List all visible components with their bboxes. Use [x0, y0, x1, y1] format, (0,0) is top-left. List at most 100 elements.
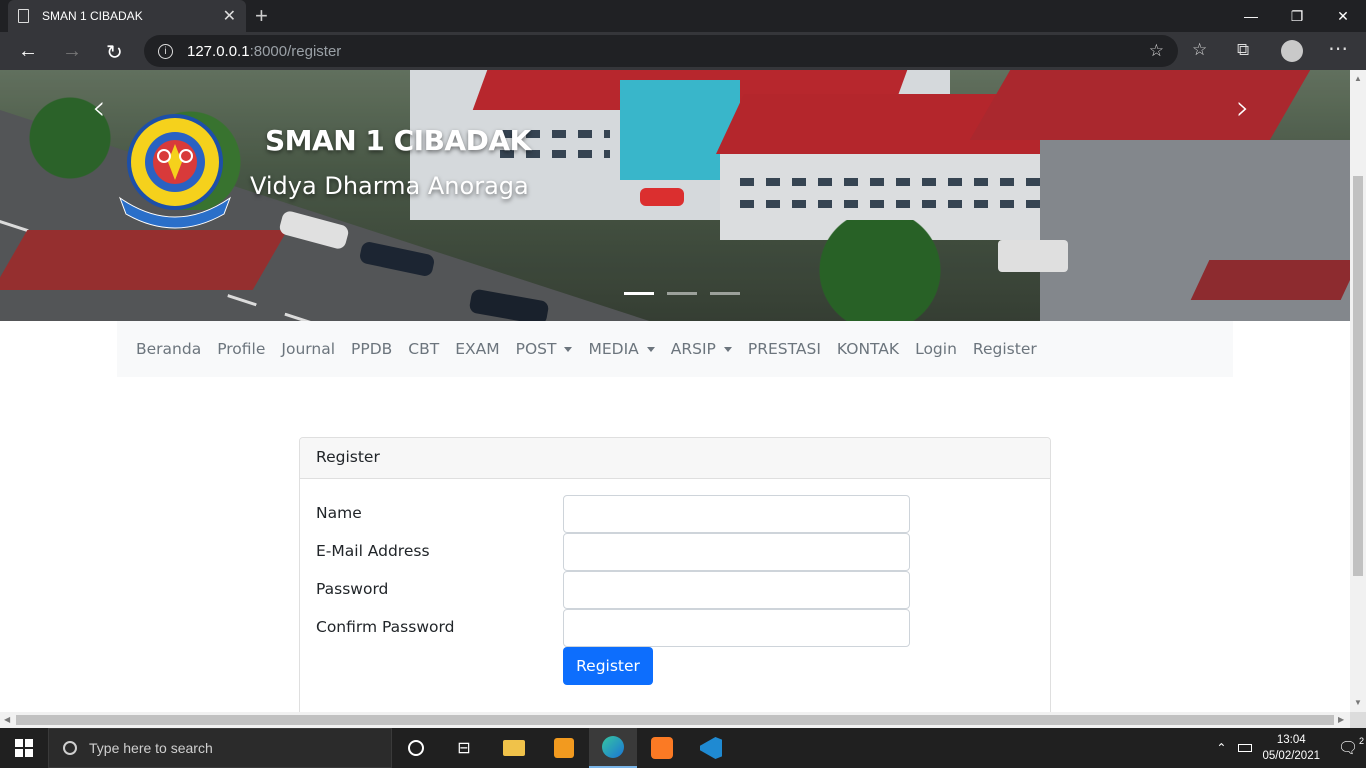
edge-icon [602, 736, 624, 758]
notification-count: 2 [1358, 736, 1364, 746]
address-bar[interactable]: i 127.0.0.1 :8000/register ☆ [144, 35, 1178, 67]
horizontal-scrollbar[interactable]: ◀ ▶ [0, 712, 1350, 728]
email-label: E-Mail Address [316, 542, 430, 560]
new-tab-button[interactable]: + [255, 3, 268, 29]
hero-carousel: SMAN 1 CIBADAK Vidya Dharma Anoraga ‹ › [0, 70, 1350, 321]
chevron-up-icon[interactable]: ⌃ [1216, 741, 1226, 755]
carousel-next-icon[interactable]: › [1236, 88, 1250, 128]
nav-beranda[interactable]: Beranda [128, 340, 209, 358]
task-view-icon: ⊟ [457, 740, 471, 757]
edge-browser-button[interactable] [589, 728, 637, 768]
cortana-icon [408, 740, 424, 756]
site-info-icon[interactable]: i [158, 43, 173, 59]
nav-journal[interactable]: Journal [273, 340, 343, 358]
nav-arsip-dropdown[interactable]: ARSIP [663, 340, 740, 358]
browser-tab-strip: SMAN 1 CIBADAK ✕ + — ❐ ✕ [0, 0, 1366, 32]
register-card: Register Name E-Mail Address Password Co… [299, 437, 1051, 712]
carousel-prev-icon[interactable]: ‹ [92, 88, 106, 128]
chevron-down-icon [646, 346, 655, 352]
start-button[interactable] [0, 728, 48, 768]
carousel-indicator-1[interactable] [624, 292, 654, 295]
vertical-scroll-thumb[interactable] [1353, 176, 1363, 576]
scroll-left-icon[interactable]: ◀ [4, 715, 10, 724]
password-label: Password [316, 580, 389, 598]
minimize-button[interactable]: — [1228, 0, 1274, 32]
horizontal-scroll-thumb[interactable] [16, 715, 1334, 725]
nav-login[interactable]: Login [907, 340, 965, 358]
page-icon [18, 9, 29, 23]
folder-icon [503, 740, 525, 756]
carousel-indicator-3[interactable] [710, 292, 740, 295]
taskbar-clock[interactable]: 13:04 05/02/2021 [1262, 732, 1320, 764]
browser-tab[interactable]: SMAN 1 CIBADAK ✕ [8, 0, 246, 32]
more-menu-icon[interactable]: ⋯ [1328, 36, 1348, 61]
carousel-indicator-2[interactable] [667, 292, 697, 295]
reload-button[interactable]: ↻ [106, 40, 123, 65]
nav-post-dropdown[interactable]: POST [508, 340, 581, 358]
favorites-icon[interactable]: ☆ [1192, 40, 1207, 60]
task-view-button[interactable]: ⊟ [440, 728, 488, 768]
back-button[interactable]: ← [18, 40, 38, 63]
clock-time: 13:04 [1276, 734, 1306, 746]
xampp-button[interactable] [638, 728, 686, 768]
hero-title: SMAN 1 CIBADAK [265, 124, 531, 157]
sublime-text-button[interactable] [540, 728, 588, 768]
register-card-header: Register [300, 438, 1050, 479]
page-viewport: SMAN 1 CIBADAK Vidya Dharma Anoraga ‹ › … [0, 70, 1350, 712]
vertical-scrollbar[interactable]: ▲ ▼ [1350, 70, 1366, 712]
nav-kontak[interactable]: KONTAK [829, 340, 907, 358]
favorite-star-icon[interactable]: ☆ [1149, 41, 1164, 61]
collections-icon[interactable]: ⧉ [1237, 40, 1249, 60]
close-window-button[interactable]: ✕ [1320, 0, 1366, 32]
windows-logo-icon [15, 739, 33, 757]
nav-post-label: POST [515, 340, 557, 358]
window-controls: — ❐ ✕ [1228, 0, 1366, 32]
confirm-password-label: Confirm Password [316, 618, 455, 636]
restore-button[interactable]: ❐ [1274, 0, 1320, 32]
tab-title: SMAN 1 CIBADAK [42, 9, 143, 23]
windows-taskbar: Type here to search ⊟ ⌃ 13:04 05/02/2021… [0, 728, 1366, 768]
chevron-down-icon [723, 346, 732, 352]
url-path: :8000/register [249, 42, 342, 60]
name-input[interactable] [563, 495, 910, 533]
nav-register[interactable]: Register [965, 340, 1045, 358]
cortana-button[interactable] [392, 728, 440, 768]
nav-profile[interactable]: Profile [209, 340, 273, 358]
register-button[interactable]: Register [563, 647, 653, 685]
url-host: 127.0.0.1 [187, 42, 250, 60]
password-input[interactable] [563, 571, 910, 609]
vscode-icon [700, 737, 722, 759]
sublime-text-icon [554, 738, 574, 758]
close-tab-icon[interactable]: ✕ [223, 6, 236, 26]
scroll-right-icon[interactable]: ▶ [1338, 715, 1344, 724]
name-label: Name [316, 504, 362, 522]
forward-button[interactable]: → [62, 40, 82, 63]
profile-avatar[interactable] [1281, 40, 1303, 62]
battery-icon[interactable] [1238, 744, 1253, 752]
nav-exam[interactable]: EXAM [447, 340, 507, 358]
nav-cbt[interactable]: CBT [400, 340, 447, 358]
scroll-up-icon[interactable]: ▲ [1354, 74, 1362, 83]
vscode-button[interactable] [687, 728, 735, 768]
file-explorer-button[interactable] [490, 728, 538, 768]
browser-toolbar: ← → ↻ i 127.0.0.1 :8000/register ☆ ☆ ⧉ ⋯ [0, 32, 1366, 70]
scroll-down-icon[interactable]: ▼ [1354, 698, 1362, 707]
notification-icon[interactable]: 🗨 2 [1338, 736, 1366, 758]
system-tray: ⌃ 13:04 05/02/2021 🗨 2 [1216, 728, 1366, 768]
school-logo-icon [118, 114, 232, 229]
taskbar-search-placeholder: Type here to search [89, 740, 213, 756]
chevron-down-icon [564, 346, 573, 352]
main-navbar: Beranda Profile Journal PPDB CBT EXAM PO… [117, 321, 1233, 377]
nav-prestasi[interactable]: PRESTASI [740, 340, 829, 358]
hero-subtitle: Vidya Dharma Anoraga [250, 172, 529, 200]
taskbar-search[interactable]: Type here to search [48, 728, 392, 768]
xampp-icon [651, 737, 673, 759]
nav-media-dropdown[interactable]: MEDIA [580, 340, 662, 358]
nav-media-label: MEDIA [588, 340, 639, 358]
nav-ppdb[interactable]: PPDB [343, 340, 400, 358]
nav-arsip-label: ARSIP [670, 340, 716, 358]
carousel-indicators [624, 292, 740, 295]
scrollbar-corner [1350, 712, 1366, 728]
email-input[interactable] [563, 533, 910, 571]
confirm-password-input[interactable] [563, 609, 910, 647]
